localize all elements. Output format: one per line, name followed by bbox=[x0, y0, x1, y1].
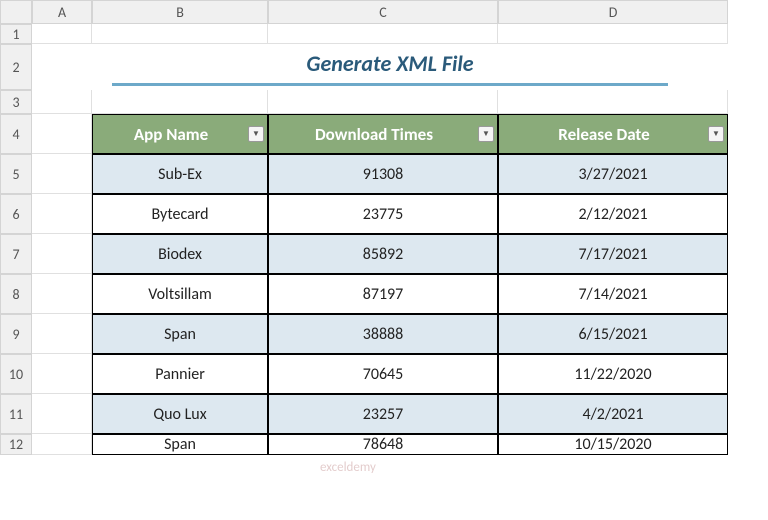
table-cell[interactable]: 3/27/2021 bbox=[498, 154, 728, 194]
page-title: Generate XML File bbox=[112, 44, 668, 86]
table-cell[interactable]: 11/22/2020 bbox=[498, 354, 728, 394]
table-cell[interactable]: 38888 bbox=[268, 314, 498, 354]
table-cell[interactable]: Span bbox=[92, 314, 268, 354]
table-header-release-date[interactable]: Release Date ▼ bbox=[498, 114, 728, 154]
table-cell[interactable]: 23775 bbox=[268, 194, 498, 234]
row-head-9[interactable]: 9 bbox=[0, 314, 32, 354]
table-cell[interactable]: 4/2/2021 bbox=[498, 394, 728, 434]
row-head-7[interactable]: 7 bbox=[0, 234, 32, 274]
cell-A11[interactable] bbox=[32, 394, 92, 434]
row-head-2[interactable]: 2 bbox=[0, 44, 32, 90]
cell-A8[interactable] bbox=[32, 274, 92, 314]
table-cell[interactable]: 7/14/2021 bbox=[498, 274, 728, 314]
col-head-C[interactable]: C bbox=[268, 0, 498, 24]
table-cell[interactable]: Bytecard bbox=[92, 194, 268, 234]
table-cell[interactable]: Voltsillam bbox=[92, 274, 268, 314]
table-cell[interactable]: Pannier bbox=[92, 354, 268, 394]
table-cell[interactable]: 2/12/2021 bbox=[498, 194, 728, 234]
spreadsheet-grid: A B C D 1 2 3 4 5 6 7 8 9 10 11 12 Gener… bbox=[0, 0, 768, 455]
cell-B3[interactable] bbox=[92, 90, 268, 114]
select-all-corner[interactable] bbox=[0, 0, 32, 24]
row-head-11[interactable]: 11 bbox=[0, 394, 32, 434]
row-head-3[interactable]: 3 bbox=[0, 90, 32, 114]
cell-B1[interactable] bbox=[92, 24, 268, 44]
table-cell[interactable]: Quo Lux bbox=[92, 394, 268, 434]
filter-dropdown-icon[interactable]: ▼ bbox=[478, 126, 494, 142]
cell-A3[interactable] bbox=[32, 90, 92, 114]
watermark: exceldemy bbox=[320, 460, 376, 475]
table-cell[interactable]: 23257 bbox=[268, 394, 498, 434]
table-cell[interactable]: 85892 bbox=[268, 234, 498, 274]
row-head-8[interactable]: 8 bbox=[0, 274, 32, 314]
header-label: Download Times bbox=[315, 124, 433, 145]
cell-A6[interactable] bbox=[32, 194, 92, 234]
col-head-D[interactable]: D bbox=[498, 0, 728, 24]
table-header-app-name[interactable]: App Name ▼ bbox=[92, 114, 268, 154]
cell-A12[interactable] bbox=[32, 434, 92, 455]
table-cell[interactable]: Biodex bbox=[92, 234, 268, 274]
cell-D3[interactable] bbox=[498, 90, 728, 114]
cell-A5[interactable] bbox=[32, 154, 92, 194]
cell-D1[interactable] bbox=[498, 24, 728, 44]
table-cell[interactable]: 91308 bbox=[268, 154, 498, 194]
row-head-12[interactable]: 12 bbox=[0, 434, 32, 455]
col-head-B[interactable]: B bbox=[92, 0, 268, 24]
cell-A1[interactable] bbox=[32, 24, 92, 44]
filter-dropdown-icon[interactable]: ▼ bbox=[248, 126, 264, 142]
row-head-4[interactable]: 4 bbox=[0, 114, 32, 154]
row-head-10[interactable]: 10 bbox=[0, 354, 32, 394]
cell-A4[interactable] bbox=[32, 114, 92, 154]
cell-A7[interactable] bbox=[32, 234, 92, 274]
header-label: Release Date bbox=[558, 124, 649, 145]
table-cell[interactable]: 7/17/2021 bbox=[498, 234, 728, 274]
table-cell[interactable]: 70645 bbox=[268, 354, 498, 394]
table-header-download-times[interactable]: Download Times ▼ bbox=[268, 114, 498, 154]
filter-dropdown-icon[interactable]: ▼ bbox=[708, 126, 724, 142]
cell-A10[interactable] bbox=[32, 354, 92, 394]
header-label: App Name bbox=[134, 124, 208, 145]
table-cell[interactable]: 87197 bbox=[268, 274, 498, 314]
row-head-5[interactable]: 5 bbox=[0, 154, 32, 194]
table-cell[interactable]: 6/15/2021 bbox=[498, 314, 728, 354]
col-head-A[interactable]: A bbox=[32, 0, 92, 24]
table-cell[interactable]: Sub-Ex bbox=[92, 154, 268, 194]
table-cell[interactable]: 10/15/2020 bbox=[498, 434, 728, 455]
cell-A9[interactable] bbox=[32, 314, 92, 354]
cell-C3[interactable] bbox=[268, 90, 498, 114]
cell-C1[interactable] bbox=[268, 24, 498, 44]
table-cell[interactable]: 78648 bbox=[268, 434, 498, 455]
row-head-6[interactable]: 6 bbox=[0, 194, 32, 234]
row-head-1[interactable]: 1 bbox=[0, 24, 32, 44]
table-cell[interactable]: Span bbox=[92, 434, 268, 455]
